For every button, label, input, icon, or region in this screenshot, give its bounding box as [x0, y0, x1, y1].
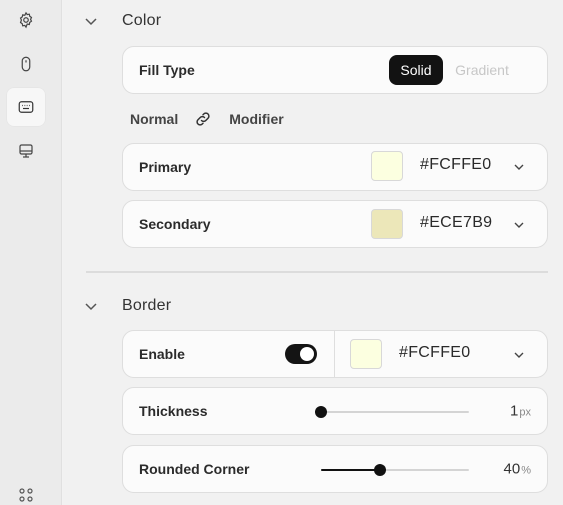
section-title-border: Border — [122, 297, 172, 314]
primary-hex-value[interactable]: #FCFFE0 — [420, 156, 491, 174]
secondary-label: Secondary — [139, 216, 211, 232]
toggle-knob — [300, 347, 314, 361]
slider-thumb[interactable] — [315, 406, 327, 418]
sidebar-item-mouse[interactable] — [6, 44, 46, 84]
rounded-corner-number: 40 — [503, 460, 521, 478]
mouse-icon — [21, 56, 31, 72]
border-hex-value[interactable]: #FCFFE0 — [399, 344, 470, 362]
border-enable-toggle[interactable] — [285, 344, 317, 364]
sidebar-item-display[interactable] — [6, 131, 46, 171]
secondary-hex-value[interactable]: #ECE7B9 — [420, 214, 492, 232]
settings-panel: Color Fill Type Solid Gradient Normal Mo… — [63, 0, 563, 505]
section-divider — [86, 271, 548, 273]
thickness-card: Thickness 1px — [122, 387, 548, 435]
secondary-color-swatch[interactable] — [371, 209, 403, 239]
keyboard-icon — [18, 101, 34, 113]
thickness-number: 1 — [510, 402, 519, 420]
mode-modifier-tab[interactable]: Modifier — [229, 111, 283, 127]
vertical-divider — [334, 331, 335, 377]
chevron-down-icon — [85, 303, 97, 311]
rounded-corner-label: Rounded Corner — [139, 461, 250, 477]
slider-thumb[interactable] — [374, 464, 387, 476]
border-section-toggle[interactable]: Border — [63, 293, 263, 321]
primary-color-swatch[interactable] — [371, 151, 403, 181]
rounded-corner-unit: % — [521, 464, 531, 477]
chevron-down-icon[interactable] — [513, 219, 525, 231]
secondary-color-card[interactable]: Secondary #ECE7B9 — [122, 200, 548, 248]
border-enable-card: Enable #FCFFE0 — [122, 330, 548, 378]
primary-label: Primary — [139, 159, 192, 175]
thickness-slider[interactable] — [315, 406, 469, 418]
chevron-down-icon[interactable] — [513, 161, 525, 173]
fill-type-gradient-option[interactable]: Gradient — [443, 62, 521, 78]
fill-type-card: Fill Type Solid Gradient — [122, 46, 548, 94]
sidebar-item-settings[interactable] — [6, 0, 46, 40]
rounded-corner-value: 40% — [504, 461, 531, 478]
thickness-value: 1px — [510, 403, 531, 420]
chevron-down-icon[interactable] — [513, 349, 525, 361]
primary-color-card[interactable]: Primary #FCFFE0 — [122, 143, 548, 191]
mode-normal-tab[interactable]: Normal — [130, 111, 178, 127]
apps-button[interactable] — [16, 486, 36, 504]
link-icon[interactable] — [194, 110, 212, 128]
slider-fill — [321, 469, 381, 471]
sidebar-rail — [0, 0, 62, 505]
section-title-color: Color — [122, 12, 162, 29]
color-section-toggle[interactable]: Color — [63, 8, 263, 36]
border-color-swatch[interactable] — [350, 339, 382, 369]
fill-type-label: Fill Type — [139, 62, 195, 78]
sidebar-item-keyboard[interactable] — [6, 87, 46, 127]
fill-type-segmented: Solid Gradient — [389, 55, 521, 85]
thickness-unit: px — [519, 406, 531, 419]
enable-label: Enable — [139, 346, 185, 362]
gear-icon — [19, 11, 33, 29]
grid-dots-icon — [19, 488, 33, 502]
fill-type-solid-option[interactable]: Solid — [389, 55, 443, 85]
rounded-corner-slider[interactable] — [321, 464, 469, 476]
rounded-corner-card: Rounded Corner 40% — [122, 445, 548, 493]
monitor-icon — [19, 144, 33, 158]
color-mode-row: Normal Modifier — [130, 108, 284, 130]
chevron-down-icon — [85, 18, 97, 26]
thickness-label: Thickness — [139, 403, 208, 419]
